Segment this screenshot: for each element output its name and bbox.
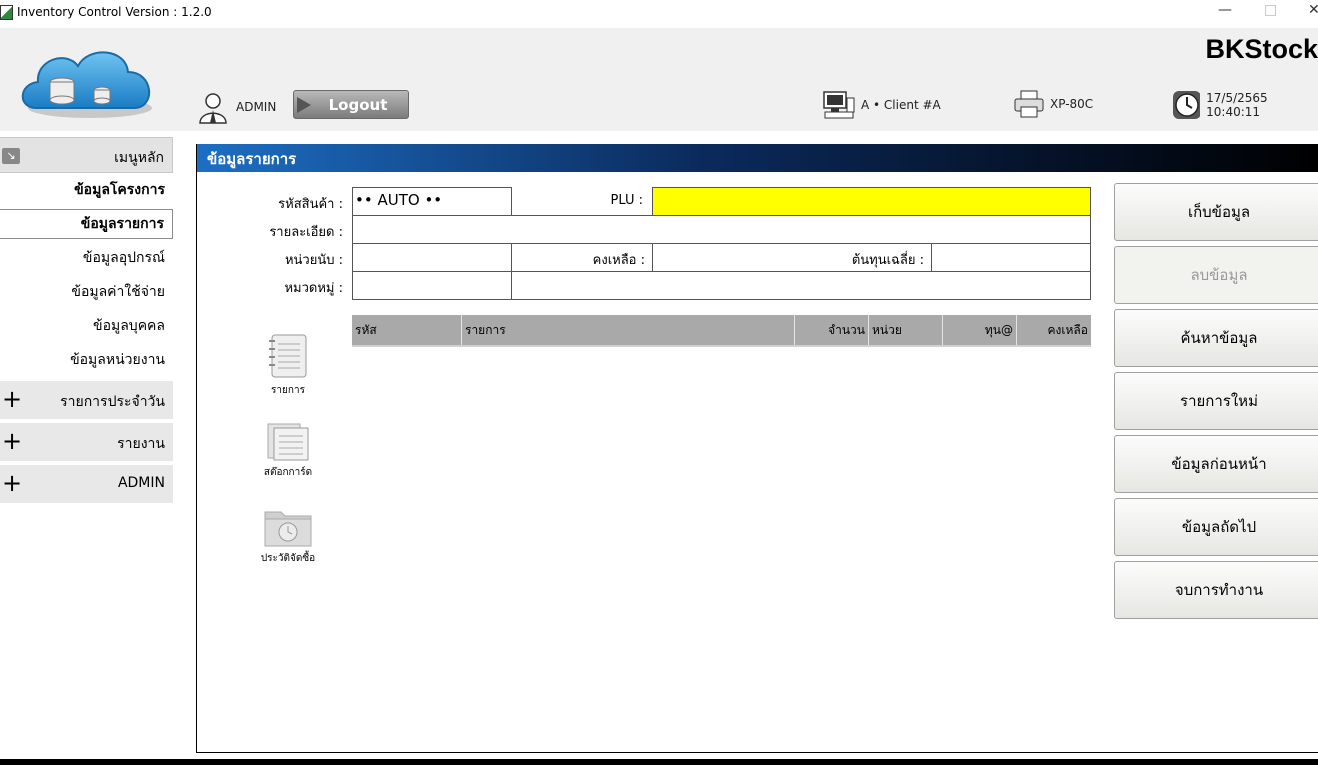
avgcost-label: ต้นทุนเฉลี่ย : <box>851 253 924 268</box>
avgcost-field[interactable] <box>931 243 1091 272</box>
search-button[interactable]: ค้นหาข้อมูล <box>1114 309 1318 367</box>
documents-icon <box>267 423 309 461</box>
plu-label: PLU : <box>610 193 643 208</box>
user-info: ADMIN <box>196 90 276 124</box>
col-item[interactable]: รายการ <box>462 315 795 345</box>
unit-label: หน่วยนับ : <box>284 253 343 268</box>
datetime-info: 17/5/2565 10:40:11 <box>1172 90 1318 120</box>
printer-info: XP-80C <box>1014 90 1093 118</box>
sidebar-item-departments[interactable]: ข้อมูลหน่วยงาน <box>0 343 173 377</box>
history-folder-icon <box>264 511 312 547</box>
maximize-button[interactable]: □ <box>1264 2 1277 18</box>
main-menu-label: เมนูหลัก <box>114 150 164 166</box>
sidebar-item-projects[interactable]: ข้อมูลโครงการ <box>0 173 173 207</box>
delete-button[interactable]: ลบข้อมูล <box>1114 246 1318 304</box>
plu-field[interactable] <box>652 187 1091 216</box>
stock-card-shortcut[interactable]: สต๊อกการ์ด <box>248 420 328 480</box>
printer-label: XP-80C <box>1050 97 1094 111</box>
title-bar: Inventory Control Version : 1.2.0 — □ ✕ <box>0 0 1318 26</box>
logout-button[interactable]: Logout <box>293 90 409 119</box>
items-list-shortcut[interactable]: รายการ <box>248 332 328 398</box>
item-panel: ข้อมูลรายการ รหัสสินค้า : •• AUTO •• PLU… <box>196 144 1318 753</box>
col-qty[interactable]: จำนวน <box>795 315 869 345</box>
product-code-label: รหัสสินค้า : <box>278 197 343 212</box>
detail-label: รายละเอียด : <box>269 225 343 240</box>
col-remain[interactable]: คงเหลือ <box>1017 315 1091 345</box>
plus-icon: + <box>2 469 23 497</box>
arrow-right-icon <box>297 97 311 113</box>
remain-label: คงเหลือ : <box>592 253 645 268</box>
group-label: ADMIN <box>117 475 165 491</box>
shortcut-label: สต๊อกการ์ด <box>263 467 313 478</box>
collapse-icon: ↘ <box>2 148 20 164</box>
app-header: BKStock ADMIN Logout A • Client #A XP-80… <box>0 28 1318 131</box>
save-button[interactable]: เก็บข้อมูล <box>1114 183 1318 241</box>
col-cost[interactable]: ทุน@ <box>943 315 1017 345</box>
col-unit[interactable]: หน่วย <box>869 315 943 345</box>
computer-icon <box>823 91 855 119</box>
previous-button[interactable]: ข้อมูลก่อนหน้า <box>1114 435 1318 493</box>
sidebar-item-equipment[interactable]: ข้อมูลอุปกรณ์ <box>0 241 173 275</box>
plus-icon: + <box>2 385 23 413</box>
category-name-field[interactable] <box>511 271 1091 300</box>
client-label: A • Client #A <box>861 98 941 112</box>
user-icon <box>199 93 227 124</box>
new-item-button[interactable]: รายการใหม่ <box>1114 372 1318 430</box>
window-title: Inventory Control Version : 1.2.0 <box>17 5 212 19</box>
group-label: รายงาน <box>117 436 165 452</box>
close-button[interactable]: ✕ <box>1308 2 1318 18</box>
sidebar-group-admin[interactable]: + ADMIN <box>0 465 173 503</box>
group-label: รายการประจำวัน <box>60 394 165 410</box>
cloud-database-logo <box>21 51 152 118</box>
main-menu-header[interactable]: ↘ เมนูหลัก <box>0 137 173 173</box>
avgcost-label-cell: ต้นทุนเฉลี่ย : <box>811 243 932 272</box>
category-code-field[interactable] <box>352 271 512 300</box>
sidebar-group-daily[interactable]: + รายการประจำวัน <box>0 381 173 419</box>
logout-label: Logout <box>328 95 388 114</box>
notebook-icon <box>269 334 307 378</box>
clock-icon <box>1173 91 1201 119</box>
shortcut-label: รายการ <box>271 385 305 396</box>
col-code[interactable]: รหัส <box>352 315 462 345</box>
sidebar-item-expenses[interactable]: ข้อมูลค่าใช้จ่าย <box>0 275 173 309</box>
items-grid-header: รหัส รายการ จำนวน หน่วย ทุน@ คงเหลือ <box>352 315 1091 347</box>
exit-button[interactable]: จบการทำงาน <box>1114 561 1318 619</box>
product-code-field[interactable]: •• AUTO •• <box>352 187 512 216</box>
bottom-border <box>0 759 1318 765</box>
purchase-history-shortcut[interactable]: ประวัติจัดซื้อ <box>248 506 328 566</box>
plus-icon: + <box>2 427 23 455</box>
minimize-button[interactable]: — <box>1218 2 1232 18</box>
remain-field[interactable] <box>652 243 812 272</box>
next-button[interactable]: ข้อมูลถัดไป <box>1114 498 1318 556</box>
sidebar-group-reports[interactable]: + รายงาน <box>0 423 173 461</box>
printer-icon <box>1014 90 1044 118</box>
category-label: หมวดหมู่ : <box>284 281 343 296</box>
panel-title: ข้อมูลรายการ <box>197 144 1318 172</box>
remain-label-cell: คงเหลือ : <box>511 243 653 272</box>
brand-name: BKStock <box>1205 34 1318 64</box>
shortcut-label: ประวัติจัดซื้อ <box>260 553 316 564</box>
sidebar-item-persons[interactable]: ข้อมูลบุคคล <box>0 309 173 343</box>
detail-field[interactable] <box>352 215 1091 244</box>
sidebar-item-items[interactable]: ข้อมูลรายการ <box>0 209 173 239</box>
client-info: A • Client #A <box>823 90 941 120</box>
unit-field[interactable] <box>352 243 512 272</box>
app-icon <box>0 5 13 20</box>
sidebar: ↘ เมนูหลัก ข้อมูลโครงการ ข้อมูลรายการ ข้… <box>0 137 173 503</box>
datetime-label: 17/5/2565 10:40:11 <box>1206 91 1268 119</box>
username-label: ADMIN <box>236 100 277 114</box>
